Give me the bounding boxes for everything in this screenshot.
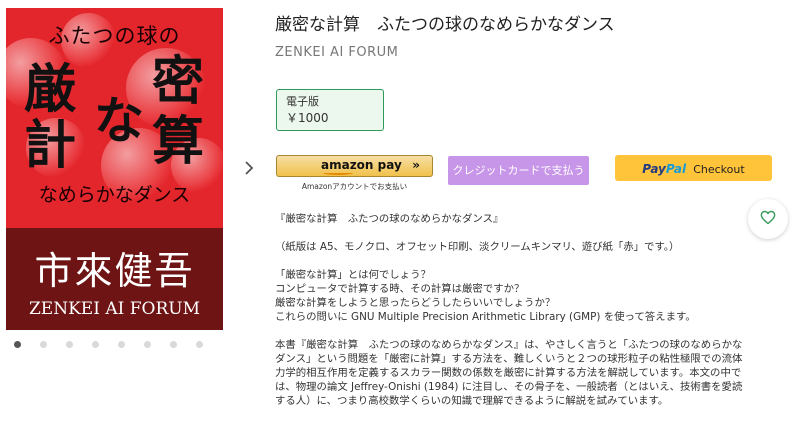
- description-line: 厳密な計算をしようと思ったらどうしたらいいでしょうか？: [275, 297, 556, 309]
- amazon-pay-logo: amazon pay: [321, 158, 402, 172]
- gallery-dot[interactable]: [66, 341, 73, 348]
- paypal-logo: PayPal: [642, 162, 686, 176]
- product-publisher[interactable]: ZENKEI AI FORUM: [275, 45, 398, 60]
- description-line: 「厳密な計算」とは何でしょう？: [275, 269, 431, 281]
- price-option-ebook[interactable]: 電子版 ￥1000: [276, 89, 384, 131]
- gallery-dot[interactable]: [92, 341, 99, 348]
- favorite-button[interactable]: [748, 199, 788, 239]
- cover-char-4: 計: [24, 116, 77, 176]
- description-title: 『厳密な計算 ふたつの球のなめらかなダンス』: [275, 213, 504, 225]
- credit-card-button[interactable]: クレジットカードで支払う: [448, 156, 589, 185]
- paypal-logo-pay: Pay: [642, 162, 666, 176]
- description-line: これらの問いに GNU Multiple Precision Arithmeti…: [275, 311, 696, 323]
- price-label: 電子版: [286, 95, 319, 108]
- description-body: 本書『厳密な計算 ふたつの球のなめらかなダンス』は、やさしく言うと「ふたつの球の…: [275, 339, 743, 407]
- paypal-checkout-button[interactable]: PayPal Checkout: [615, 155, 772, 181]
- price-value: ￥1000: [286, 111, 329, 125]
- gallery-dot[interactable]: [40, 341, 47, 348]
- amazon-pay-caption: Amazonアカウントでお支払い: [301, 182, 408, 191]
- amazon-arrows-icon: »: [412, 158, 420, 172]
- paypal-logo-pal: Pal: [665, 162, 687, 176]
- product-title: 厳密な計算 ふたつの球のなめらかなダンス: [275, 15, 615, 35]
- amazon-pay-button[interactable]: amazon pay »: [276, 155, 433, 177]
- cover-subtitle-top: ふたつの球の: [48, 24, 181, 48]
- description-line: コンピュータで計算する時、その計算は厳密ですか？: [275, 283, 525, 295]
- book-cover-image[interactable]: ふたつの球の 厳 密 な 計 算 なめらかなダンス 市來健吾 ZENKEI AI…: [6, 8, 223, 330]
- cover-char-1: 厳: [24, 60, 77, 120]
- gallery-dot[interactable]: [196, 341, 203, 348]
- cover-char-3: な: [94, 92, 144, 150]
- gallery-dot[interactable]: [144, 341, 151, 348]
- product-gallery: ふたつの球の 厳 密 な 計 算 なめらかなダンス 市來健吾 ZENKEI AI…: [0, 0, 254, 443]
- cover-subtitle-bottom: なめらかなダンス: [38, 184, 191, 206]
- cover-char-2: 密: [152, 52, 205, 112]
- product-description: 『厳密な計算 ふたつの球のなめらかなダンス』 （紙版は A5、モノクロ、オフセッ…: [275, 212, 745, 422]
- cover-char-5: 算: [152, 112, 205, 172]
- gallery-pagination: [14, 341, 203, 348]
- cover-author: 市來健吾: [34, 249, 195, 293]
- chevron-right-icon[interactable]: [242, 160, 256, 180]
- cover-publisher: ZENKEI AI FORUM: [29, 299, 200, 319]
- heart-icon: [760, 210, 776, 229]
- amazon-smile-icon: [323, 171, 353, 175]
- gallery-dot[interactable]: [118, 341, 125, 348]
- description-specs: （紙版は A5、モノクロ、オフセット印刷、淡クリームキンマリ、遊び紙「赤」です。…: [275, 241, 680, 253]
- gallery-dot[interactable]: [14, 341, 21, 348]
- gallery-dot[interactable]: [170, 341, 177, 348]
- paypal-checkout-label: Checkout: [693, 163, 745, 176]
